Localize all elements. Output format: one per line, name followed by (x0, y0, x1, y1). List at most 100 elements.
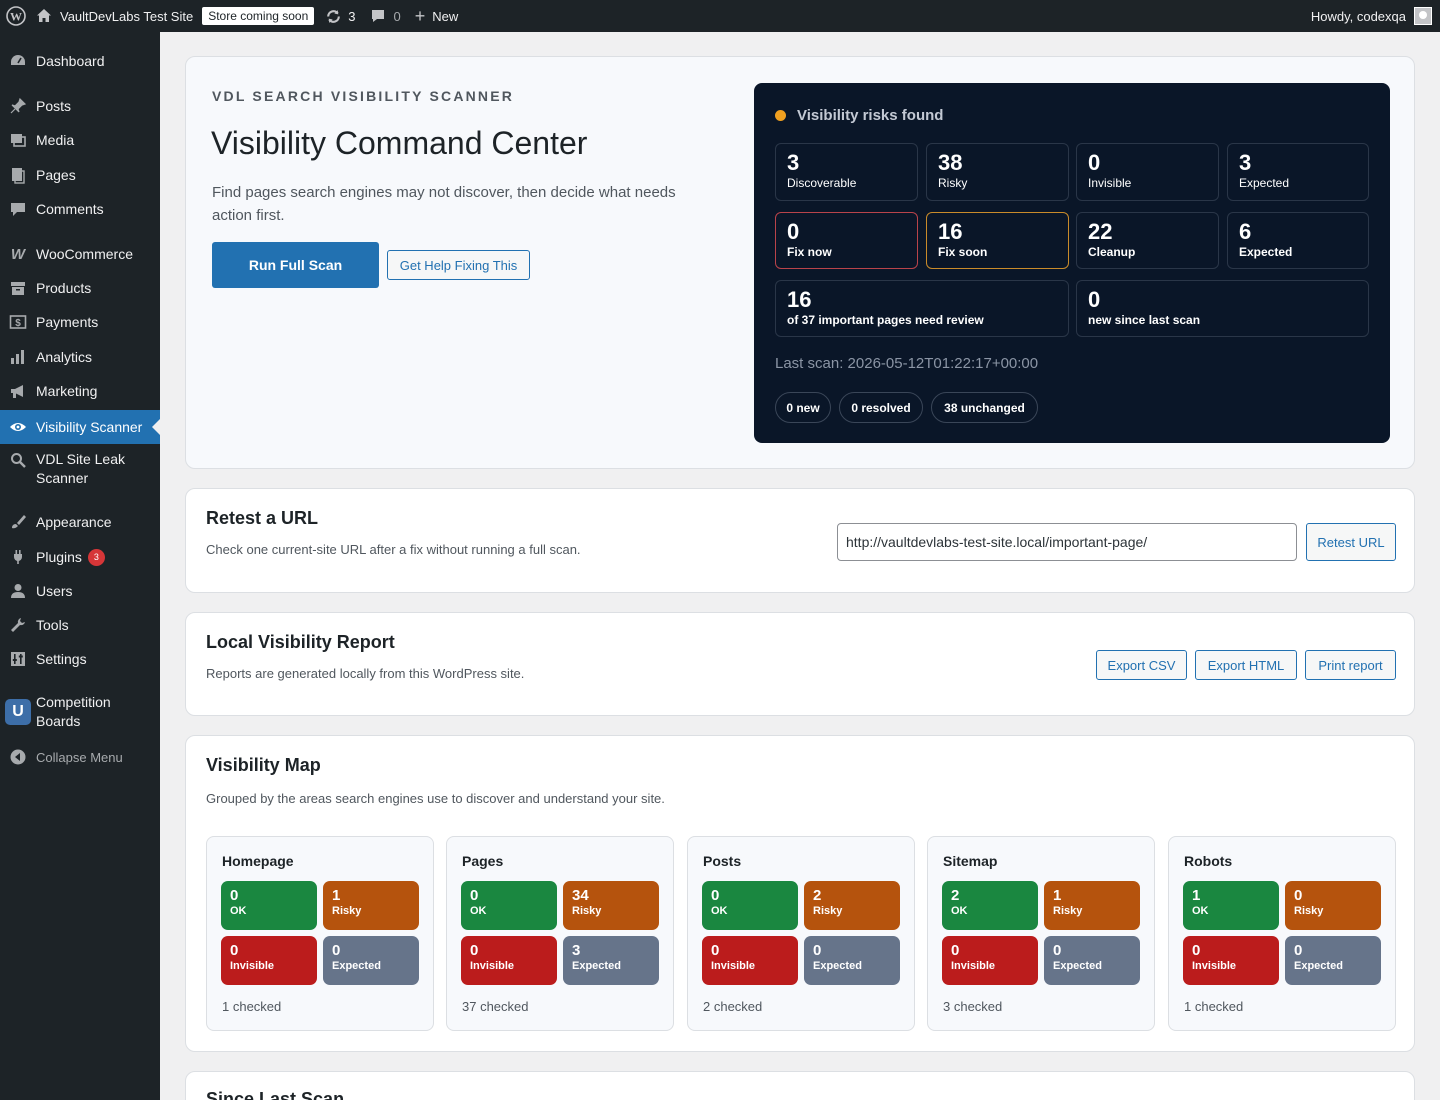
sidebar-item-users[interactable]: Users (0, 578, 160, 604)
tile-risky[interactable]: 1 Risky (1044, 881, 1140, 930)
tile-value: 0 (1294, 887, 1303, 904)
stat-risky[interactable]: 38 Risky (926, 143, 1069, 201)
wordpress-logo-icon[interactable]: W (0, 0, 36, 32)
tile-ok[interactable]: 0 OK (461, 881, 557, 930)
sidebar-item-posts[interactable]: Posts (0, 93, 160, 119)
tile-invisible[interactable]: 0 Invisible (942, 936, 1038, 985)
stat-expected[interactable]: 3 Expected (1227, 143, 1369, 201)
retest-url-button[interactable]: Retest URL (1306, 523, 1396, 561)
tile-ok[interactable]: 2 OK (942, 881, 1038, 930)
sidebar-item-pages[interactable]: Pages (0, 162, 160, 188)
sidebar-item-marketing[interactable]: Marketing (0, 378, 160, 404)
sidebar-item-woocommerce[interactable]: W WooCommerce (0, 241, 160, 267)
group-checked-count: 37 checked (462, 999, 529, 1014)
tile-value: 0 (711, 887, 720, 904)
page-icon (0, 166, 36, 184)
wrench-icon (0, 616, 36, 634)
collapse-menu-button[interactable]: Collapse Menu (0, 744, 160, 770)
megaphone-icon (0, 382, 36, 400)
pill-new[interactable]: 0 new (775, 392, 831, 423)
tile-label: Risky (1294, 905, 1324, 917)
tile-expected[interactable]: 0 Expected (323, 936, 419, 985)
sidebar-item-visibility-scanner[interactable]: Visibility Scanner (0, 410, 160, 444)
stat-fix-soon[interactable]: 16 Fix soon (926, 212, 1069, 269)
tile-value: 2 (951, 887, 960, 904)
run-full-scan-button[interactable]: Run Full Scan (212, 242, 379, 288)
tile-value: 0 (1053, 942, 1062, 959)
stat-expected-action[interactable]: 6 Expected (1227, 212, 1369, 269)
tile-invisible[interactable]: 0 Invisible (702, 936, 798, 985)
sidebar-item-competition-boards[interactable]: U Competition Boards (0, 692, 160, 732)
store-status-badge[interactable]: Store coming soon (202, 7, 315, 25)
stat-cleanup[interactable]: 22 Cleanup (1076, 212, 1219, 269)
print-report-button[interactable]: Print report (1305, 650, 1396, 680)
group-checked-count: 2 checked (703, 999, 763, 1014)
tile-invisible[interactable]: 0 Invisible (221, 936, 317, 985)
stat-label: Expected (1239, 245, 1293, 259)
group-checked-count: 3 checked (943, 999, 1003, 1014)
map-title: Visibility Map (206, 755, 321, 775)
sidebar-item-settings[interactable]: Settings (0, 646, 160, 672)
stat-new-since-scan[interactable]: 0 new since last scan (1076, 280, 1369, 337)
sidebar-item-payments[interactable]: $ Payments (0, 309, 160, 335)
sidebar-item-products[interactable]: Products (0, 275, 160, 301)
sidebar-item-comments[interactable]: Comments (0, 196, 160, 222)
site-name-link[interactable]: VaultDevLabs Test Site (36, 0, 200, 32)
retest-url-input[interactable] (837, 523, 1297, 561)
tile-expected[interactable]: 3 Expected (563, 936, 659, 985)
collapse-arrow-icon (0, 748, 36, 766)
tile-value: 0 (1192, 942, 1201, 959)
stat-value: 0 (787, 219, 800, 244)
tile-risky[interactable]: 34 Risky (563, 881, 659, 930)
scanner-eyebrow: VDL SEARCH VISIBILITY SCANNER (212, 88, 515, 104)
export-html-button[interactable]: Export HTML (1195, 650, 1297, 680)
tile-risky[interactable]: 2 Risky (804, 881, 900, 930)
comments-link[interactable]: 0 (363, 0, 408, 32)
sidebar-item-analytics[interactable]: Analytics (0, 344, 160, 370)
sidebar-item-appearance[interactable]: Appearance (0, 509, 160, 535)
stat-value: 3 (787, 150, 800, 175)
sidebar-item-media[interactable]: Media (0, 127, 160, 153)
tile-ok[interactable]: 1 OK (1183, 881, 1279, 930)
avatar[interactable] (1414, 7, 1432, 25)
stat-important-pages[interactable]: 16 of 37 important pages need review (775, 280, 1069, 337)
tile-invisible[interactable]: 0 Invisible (461, 936, 557, 985)
sidebar-item-dashboard[interactable]: Dashboard (0, 48, 160, 74)
new-content-link[interactable]: + New (408, 0, 466, 32)
pill-unchanged[interactable]: 38 unchanged (931, 392, 1038, 423)
tile-ok[interactable]: 0 OK (221, 881, 317, 930)
tile-label: Expected (1053, 960, 1102, 972)
stat-value: 16 (938, 219, 963, 244)
stat-discoverable[interactable]: 3 Discoverable (775, 143, 918, 201)
tile-ok[interactable]: 0 OK (702, 881, 798, 930)
stat-invisible[interactable]: 0 Invisible (1076, 143, 1219, 201)
tile-risky[interactable]: 1 Risky (323, 881, 419, 930)
plus-icon: + (414, 6, 426, 26)
tile-label: Risky (572, 905, 602, 917)
plugins-update-badge: 3 (87, 548, 105, 566)
visibility-map-card: Visibility Map Grouped by the areas sear… (185, 735, 1415, 1052)
tile-expected[interactable]: 0 Expected (1285, 936, 1381, 985)
howdy-user[interactable]: Howdy, codexqa (1311, 9, 1406, 24)
export-csv-button[interactable]: Export CSV (1096, 650, 1187, 680)
sidebar-item-plugins[interactable]: Plugins 3 (0, 544, 160, 570)
tile-label: Invisible (711, 960, 756, 972)
tile-risky[interactable]: 0 Risky (1285, 881, 1381, 930)
stat-value: 3 (1239, 150, 1252, 175)
risk-summary-panel: Visibility risks found 3 Discoverable 38… (754, 83, 1390, 443)
tile-expected[interactable]: 0 Expected (804, 936, 900, 985)
stat-fix-now[interactable]: 0 Fix now (775, 212, 918, 269)
updates-link[interactable]: 3 (318, 0, 362, 32)
stat-value: 22 (1088, 219, 1113, 244)
tile-expected[interactable]: 0 Expected (1044, 936, 1140, 985)
sidebar-item-tools[interactable]: Tools (0, 612, 160, 638)
tile-label: Invisible (951, 960, 996, 972)
pill-resolved[interactable]: 0 resolved (839, 392, 923, 423)
since-title: Since Last Scan (206, 1089, 345, 1100)
get-help-button[interactable]: Get Help Fixing This (387, 250, 530, 280)
report-description: Reports are generated locally from this … (206, 666, 525, 681)
sidebar-item-vdl-site-leak-scanner[interactable]: VDL Site Leak Scanner (0, 450, 160, 488)
stat-label: Fix soon (938, 245, 988, 259)
tile-invisible[interactable]: 0 Invisible (1183, 936, 1279, 985)
user-icon (0, 582, 36, 600)
